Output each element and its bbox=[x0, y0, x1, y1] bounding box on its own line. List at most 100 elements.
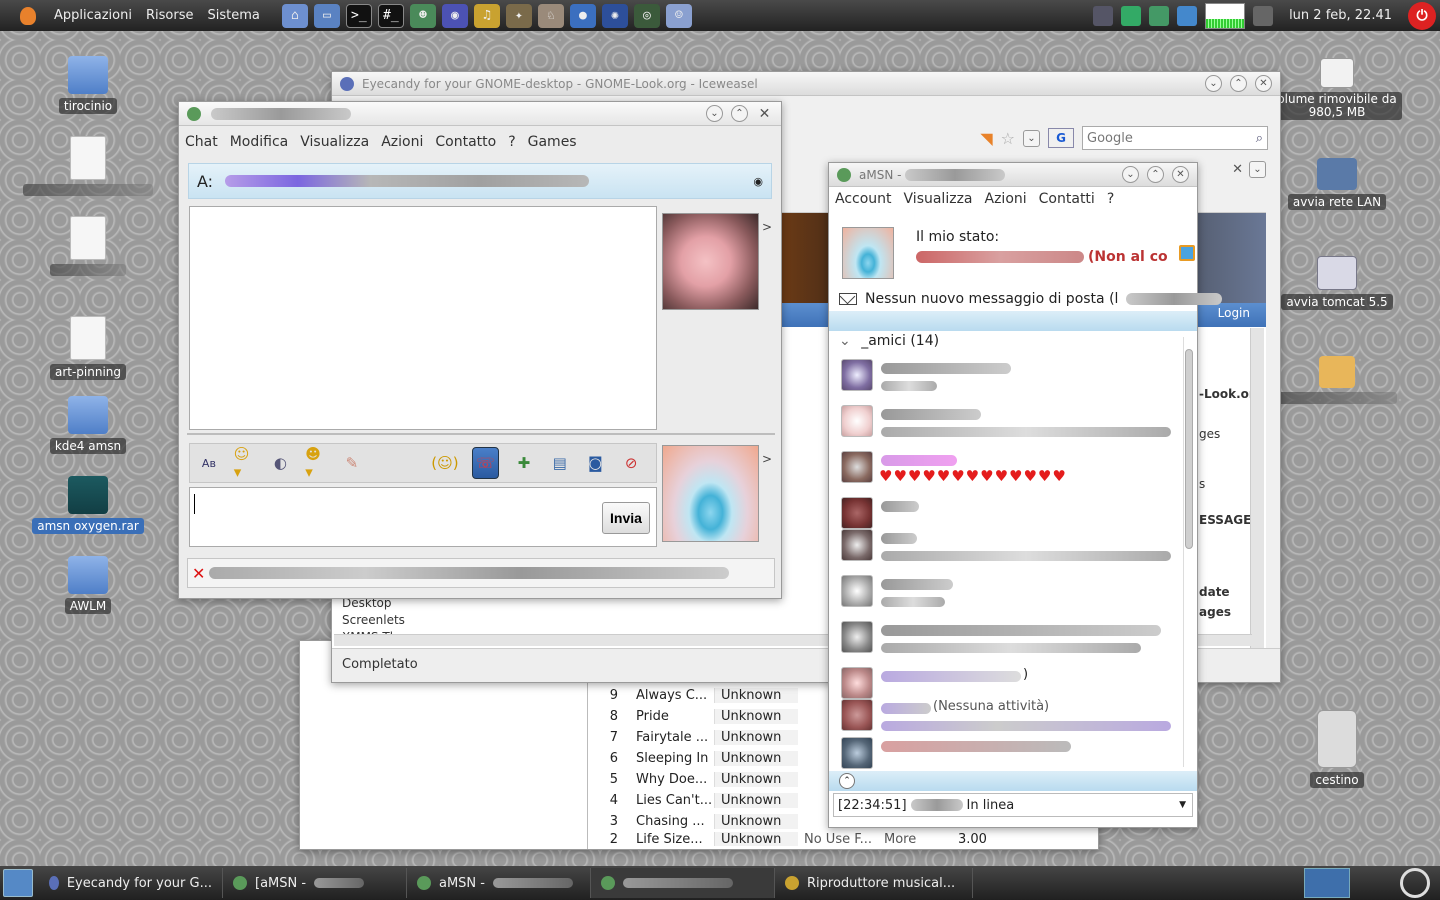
network-monitor-graph[interactable] bbox=[1205, 2, 1246, 29]
menu-system[interactable]: Sistema bbox=[207, 8, 259, 23]
home-folder-icon[interactable]: ⌂ bbox=[281, 3, 308, 28]
category-item[interactable]: Screenlets bbox=[342, 612, 430, 629]
tab-close-icon[interactable]: ✕ bbox=[1232, 162, 1243, 177]
drop-icon[interactable]: ● bbox=[569, 3, 596, 28]
power-icon[interactable]: ⏻ bbox=[1408, 1, 1436, 30]
menu-azioni[interactable]: Azioni bbox=[381, 134, 423, 150]
taskbar-item-chat[interactable] bbox=[591, 868, 775, 898]
nudge-icon[interactable]: ◐ bbox=[270, 450, 292, 476]
menu-applications[interactable]: Applicazioni bbox=[54, 8, 132, 23]
menu-contatti[interactable]: Contatti bbox=[1039, 191, 1095, 207]
list-item[interactable] bbox=[841, 403, 1179, 449]
event-log-dropdown[interactable]: [22:34:51] In linea ▼ bbox=[833, 793, 1193, 817]
buddy-display-picture[interactable] bbox=[662, 213, 759, 310]
desktop-icon-art-pinning[interactable]: art-pinning bbox=[13, 316, 163, 380]
menu-help[interactable]: ? bbox=[508, 134, 515, 150]
block-contact-icon[interactable]: ⊘ bbox=[620, 450, 642, 476]
rss-icon[interactable]: ◥ bbox=[980, 129, 992, 148]
minimize-button[interactable]: ⌄ bbox=[1122, 166, 1139, 183]
desktop-icon-amsn-oxygen-rar[interactable]: amsn oxygen.rar bbox=[13, 476, 163, 534]
list-item[interactable] bbox=[841, 619, 1179, 665]
menu-games[interactable]: Games bbox=[528, 134, 577, 150]
contact-status-icon[interactable]: ◉ bbox=[753, 175, 763, 188]
menu-chat[interactable]: Chat bbox=[185, 134, 218, 150]
desktop-icon-document-2[interactable] bbox=[13, 216, 163, 280]
close-button[interactable]: ✕ bbox=[1172, 166, 1189, 183]
settings-gear-icon[interactable]: ✺ bbox=[601, 3, 628, 28]
desktop-icon-package[interactable] bbox=[1262, 356, 1412, 408]
menu-help[interactable]: ? bbox=[1107, 191, 1114, 207]
wink-icon[interactable]: ☻▾ bbox=[305, 445, 327, 481]
menu-modifica[interactable]: Modifica bbox=[230, 134, 289, 150]
browser-icon[interactable]: ◉ bbox=[441, 3, 468, 28]
media-player-icon[interactable]: ♫ bbox=[473, 3, 500, 28]
message-input[interactable]: Invia bbox=[189, 487, 657, 547]
my-avatar[interactable] bbox=[842, 227, 894, 279]
invite-contact-icon[interactable]: ✚ bbox=[513, 450, 535, 476]
desktop-icon-tomcat[interactable]: avvia tomcat 5.5 bbox=[1262, 256, 1412, 310]
folder-icon[interactable]: ▭ bbox=[313, 3, 340, 28]
group-header[interactable]: ⌄ _amici (14) bbox=[839, 333, 939, 349]
mail-status[interactable]: Nessun nuovo messaggio di posta (l bbox=[839, 291, 1223, 307]
pane-divider[interactable] bbox=[187, 433, 775, 435]
taskbar-item-browser[interactable]: Eyecandy for your G... bbox=[39, 868, 223, 898]
desktop-icon-trash[interactable]: cestino bbox=[1262, 710, 1412, 788]
menu-places[interactable]: Risorse bbox=[146, 8, 194, 23]
send-file-icon[interactable]: ▤ bbox=[549, 450, 571, 476]
desktop-icon-tirocinio[interactable]: tirocinio bbox=[13, 56, 163, 114]
desktop-icon-document-1[interactable] bbox=[13, 136, 163, 200]
call-icon[interactable]: ☏ bbox=[471, 447, 500, 479]
font-style-icon[interactable]: ✎ bbox=[341, 450, 363, 476]
root-terminal-icon[interactable]: #_ bbox=[377, 3, 404, 28]
desktop-icon-network-lan[interactable]: avvia rete LAN bbox=[1262, 158, 1412, 210]
desktop-icon-kde4-amsn[interactable]: kde4 amsn bbox=[13, 396, 163, 454]
vertical-scrollbar[interactable] bbox=[1250, 328, 1264, 652]
voice-clip-icon[interactable]: (☺) bbox=[431, 450, 458, 476]
menu-contatto[interactable]: Contatto bbox=[435, 134, 496, 150]
menu-visualizza[interactable]: Visualizza bbox=[300, 134, 369, 150]
tray-cursor-icon[interactable] bbox=[1177, 5, 1198, 26]
list-item[interactable] bbox=[841, 357, 1179, 403]
rabbit-icon[interactable]: ♘ bbox=[537, 3, 564, 28]
send-button[interactable]: Invia bbox=[602, 502, 650, 534]
menu-account[interactable]: Account bbox=[835, 191, 892, 207]
dropdown-arrow-icon[interactable]: ▼ bbox=[1179, 800, 1192, 810]
list-item[interactable]: ) bbox=[841, 665, 1179, 699]
search-input[interactable]: Google ⌕ bbox=[1082, 126, 1268, 150]
maximize-button[interactable]: ⌃ bbox=[731, 105, 748, 122]
taskbar-item-music-player[interactable]: Riproduttore musical... bbox=[775, 868, 973, 898]
webcam-icon[interactable]: ◙ bbox=[585, 450, 607, 476]
ghost-icon[interactable]: ☺ bbox=[665, 3, 692, 28]
list-item[interactable] bbox=[841, 527, 1179, 573]
chevron-right-icon[interactable]: > bbox=[762, 220, 772, 234]
google-engine-icon[interactable]: G bbox=[1048, 128, 1074, 148]
close-status-icon[interactable]: ✕ bbox=[192, 564, 205, 583]
chat-titlebar[interactable]: ⌄ ⌃ ✕ bbox=[179, 102, 781, 126]
bookmark-star-icon[interactable]: ☆ bbox=[1001, 129, 1015, 148]
tab-list-icon[interactable]: ⌄ bbox=[1249, 160, 1266, 178]
search-icon[interactable]: ⌕ bbox=[1256, 131, 1267, 146]
maximize-button[interactable]: ⌃ bbox=[1230, 75, 1247, 92]
status-selector-icon[interactable] bbox=[1179, 245, 1195, 261]
tray-battery-icon[interactable] bbox=[1093, 5, 1114, 26]
desktop-icon-awlm[interactable]: AWLM bbox=[13, 556, 163, 614]
table-row[interactable]: 2 Life Size... Unknown No Use F... More … bbox=[594, 832, 1094, 846]
list-item[interactable] bbox=[841, 495, 1179, 529]
gnome-foot-icon[interactable] bbox=[20, 6, 36, 25]
list-item[interactable]: (Nessuna attività) bbox=[841, 697, 1179, 735]
game-icon[interactable]: ✦ bbox=[505, 3, 532, 28]
clock[interactable]: lun 2 feb, 22.41 bbox=[1289, 8, 1392, 23]
chevron-down-icon[interactable]: ⌄ bbox=[839, 333, 851, 349]
browser-titlebar[interactable]: Eyecandy for your GNOME-desktop - GNOME-… bbox=[332, 72, 1280, 96]
close-button[interactable]: ✕ bbox=[1255, 75, 1272, 92]
my-status-value[interactable]: (Non al co bbox=[916, 249, 1168, 265]
chevron-right-icon[interactable]: > bbox=[762, 452, 772, 466]
chevron-up-icon[interactable]: ⌃ bbox=[839, 773, 855, 789]
taskbar-item-amsn[interactable]: aMSN - bbox=[407, 868, 591, 898]
tray-person-icon[interactable] bbox=[1121, 5, 1142, 26]
list-item[interactable]: ♥♥♥♥♥♥♥♥♥♥♥♥♥ bbox=[841, 449, 1179, 495]
smiley-icon[interactable]: ☺▾ bbox=[234, 445, 256, 481]
search-icon[interactable] bbox=[1400, 868, 1430, 898]
minimize-button[interactable]: ⌄ bbox=[1205, 75, 1222, 92]
list-item[interactable] bbox=[841, 735, 1179, 769]
